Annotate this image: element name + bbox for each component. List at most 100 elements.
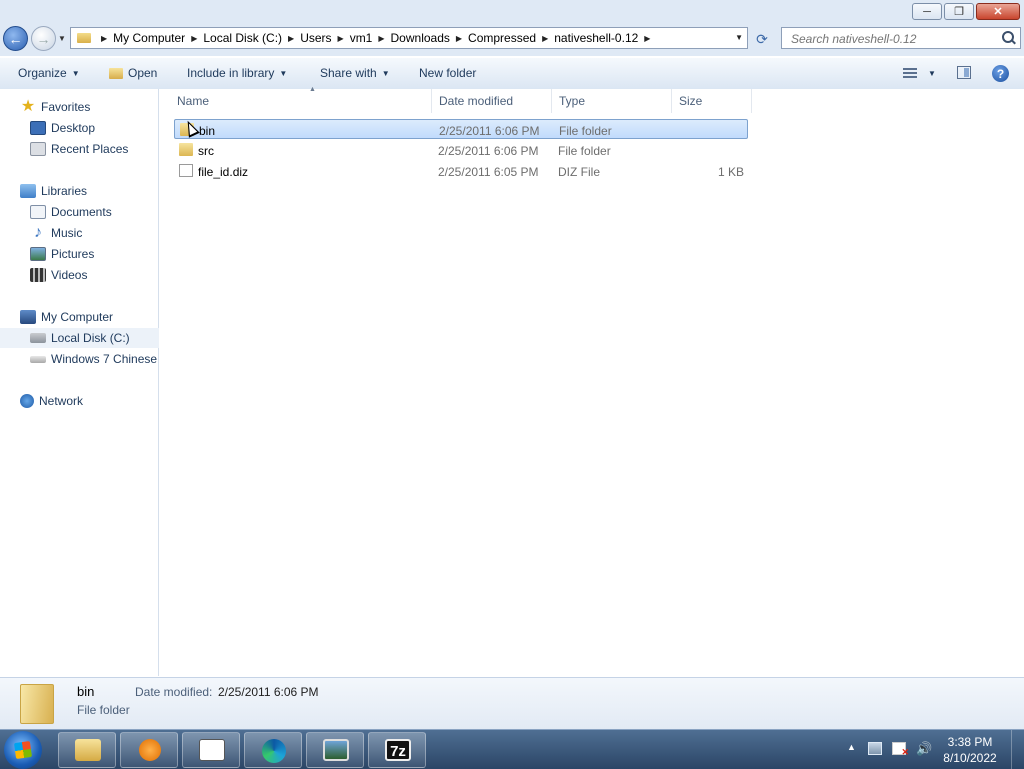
taskbar-edge-button[interactable] (244, 732, 302, 768)
new-folder-button[interactable]: New folder (419, 66, 476, 80)
back-button[interactable]: ← (3, 26, 28, 51)
file-size: 1 KB (717, 165, 744, 179)
breadcrumb-separator[interactable]: ▶ (191, 34, 197, 43)
file-row-src[interactable]: src 2/25/2011 6:06 PM File folder (174, 140, 748, 160)
show-hidden-icons-icon[interactable]: ▲ (847, 742, 856, 752)
organize-button[interactable]: Organize ▼ (18, 66, 80, 80)
organize-label: Organize (18, 66, 67, 80)
search-icon[interactable] (1002, 31, 1014, 43)
address-bar[interactable]: ▶ My Computer ▶ Local Disk (C:) ▶ Users … (70, 27, 748, 49)
share-with-button[interactable]: Share with ▼ (320, 66, 390, 80)
column-header-size[interactable]: Size (672, 89, 752, 113)
forward-arrow-icon: → (36, 30, 51, 47)
music-note-icon: ♪ (34, 224, 42, 241)
network-tray-icon[interactable] (868, 742, 882, 755)
window-controls: ─ ❐ ✕ (912, 3, 1020, 20)
address-dropdown-icon[interactable]: ▼ (735, 33, 743, 42)
nav-label: Documents (51, 205, 112, 219)
nav-label: Recent Places (51, 142, 129, 156)
show-desktop-button[interactable] (1011, 730, 1024, 769)
action-center-icon[interactable] (892, 742, 909, 758)
details-name: bin (77, 684, 95, 699)
edge-icon (262, 739, 286, 763)
breadcrumb-nativeshell[interactable]: nativeshell-0.12 (554, 31, 638, 45)
file-date: 2/25/2011 6:06 PM (439, 124, 540, 138)
preview-pane-icon[interactable] (957, 66, 971, 79)
folder-icon (77, 33, 91, 43)
taskbar-7zip-button[interactable]: 7z (368, 732, 426, 768)
nav-network[interactable]: Network (0, 391, 177, 411)
documents-icon (30, 205, 46, 219)
search-input[interactable] (789, 29, 1003, 49)
details-pane: bin File folder Date modified: 2/25/2011… (0, 677, 1024, 730)
breadcrumb-separator[interactable]: ▶ (101, 34, 107, 43)
breadcrumb-local-disk[interactable]: Local Disk (C:) (203, 31, 282, 45)
refresh-icon[interactable]: ⟳ (752, 31, 772, 47)
sort-ascending-icon: ▲ (309, 86, 316, 93)
breadcrumb-my-computer[interactable]: My Computer (113, 31, 185, 45)
include-in-library-button[interactable]: Include in library ▼ (187, 66, 287, 80)
taskbar-media-player-button[interactable] (120, 732, 178, 768)
breadcrumb-separator[interactable]: ▶ (378, 34, 384, 43)
breadcrumb-separator[interactable]: ▶ (644, 34, 650, 43)
minimize-button[interactable]: ─ (912, 3, 942, 20)
breadcrumb-downloads[interactable]: Downloads (391, 31, 450, 45)
nav-label: Windows 7 Chinese (51, 352, 158, 366)
chevron-down-icon: ▼ (381, 68, 390, 78)
nav-label: Network (39, 394, 84, 408)
nav-favorites[interactable]: ★ Favorites (0, 97, 177, 117)
column-header-date-modified[interactable]: Date modified (432, 89, 552, 113)
details-type: File folder (77, 703, 130, 717)
breadcrumb-separator[interactable]: ▶ (456, 34, 462, 43)
breadcrumb-compressed[interactable]: Compressed (468, 31, 536, 45)
file-name: src (198, 144, 214, 158)
recent-pages-dropdown[interactable]: ▼ (58, 34, 66, 43)
taskbar-notepad-button[interactable] (182, 732, 240, 768)
nav-label: Favorites (41, 100, 91, 114)
include-in-library-label: Include in library (187, 66, 275, 80)
taskbar-explorer-button[interactable] (58, 732, 116, 768)
help-icon[interactable]: ? (992, 65, 1009, 82)
breadcrumb-users[interactable]: Users (300, 31, 331, 45)
column-header-name[interactable]: Name ▲ (170, 86, 432, 113)
maximize-button[interactable]: ❐ (944, 3, 974, 20)
system-tray: ▲ 🔊 3:38 PM 8/10/2022 (840, 730, 1024, 769)
recent-places-icon (30, 142, 46, 156)
forward-button[interactable]: → (31, 26, 56, 51)
file-list: Name ▲ Date modified Type Size bin 2/25/… (159, 86, 1024, 676)
start-button[interactable] (4, 731, 42, 769)
file-row-bin[interactable]: bin 2/25/2011 6:06 PM File folder (174, 119, 748, 139)
nav-label: Videos (51, 268, 88, 282)
breadcrumb-separator[interactable]: ▶ (288, 34, 294, 43)
drive-icon (30, 355, 46, 363)
7zip-icon: 7z (385, 739, 411, 761)
nav-label: Local Disk (C:) (51, 331, 130, 345)
nav-label: Pictures (51, 247, 95, 261)
column-label: Date modified (439, 94, 514, 108)
clock[interactable]: 3:38 PM 8/10/2022 (940, 734, 1000, 766)
computer-icon (20, 310, 36, 324)
file-type: File folder (559, 124, 612, 138)
nav-label: Music (51, 226, 83, 240)
change-view-icon[interactable] (903, 68, 917, 78)
volume-icon[interactable]: 🔊 (916, 742, 932, 755)
nav-my-computer[interactable]: My Computer (0, 307, 177, 327)
nav-libraries[interactable]: Libraries (0, 181, 177, 201)
breadcrumb-separator[interactable]: ▶ (542, 34, 548, 43)
nav-label: Libraries (41, 184, 88, 198)
file-date: 2/25/2011 6:06 PM (438, 144, 539, 158)
column-header-type[interactable]: Type (552, 89, 672, 113)
breadcrumb-vm1[interactable]: vm1 (350, 31, 373, 45)
column-label: Size (679, 94, 703, 108)
taskbar: 7z ▲ 🔊 3:38 PM 8/10/2022 (0, 729, 1024, 769)
windows-explorer-icon (75, 739, 101, 761)
open-button[interactable]: Open (109, 66, 157, 80)
chevron-down-icon[interactable]: ▼ (928, 69, 936, 78)
breadcrumb-separator[interactable]: ▶ (338, 34, 344, 43)
file-type: File folder (558, 144, 611, 158)
network-icon (20, 394, 34, 408)
taskbar-photo-viewer-button[interactable] (306, 732, 364, 768)
column-label: Type (559, 94, 586, 108)
close-button[interactable]: ✕ (976, 3, 1020, 20)
file-row-file-id-diz[interactable]: file_id.diz 2/25/2011 6:05 PM DIZ File 1… (174, 161, 748, 181)
